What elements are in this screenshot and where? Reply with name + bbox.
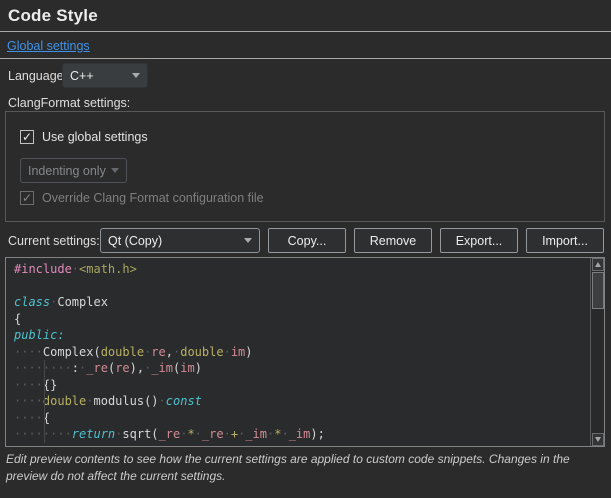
code-line: ····double·modulus()·const	[14, 393, 590, 410]
export-button[interactable]: Export...	[440, 228, 518, 253]
title-separator	[0, 31, 611, 32]
code-line: ········:·_re(re),·_im(im)	[14, 360, 590, 377]
checkbox-checked-icon: ✓	[20, 130, 34, 144]
current-settings-dropdown[interactable]: Qt (Copy)	[100, 228, 260, 253]
scroll-up-button[interactable]	[592, 258, 604, 271]
code-line: ····{	[14, 410, 590, 427]
use-global-settings-label: Use global settings	[42, 130, 148, 144]
arrow-down-icon	[595, 437, 601, 442]
code-editor-content[interactable]: #include·<math.h> class·Complex{public:·…	[6, 258, 590, 446]
language-dropdown[interactable]: C++	[62, 63, 148, 88]
code-line	[14, 278, 590, 295]
code-line: ········return·sqrt(_re·*·_re·+·_im·*·_i…	[14, 426, 590, 443]
current-settings-label: Current settings:	[8, 234, 100, 248]
scroll-down-button[interactable]	[592, 433, 604, 446]
override-clang-format-checkbox: ✓ Override Clang Format configuration fi…	[20, 191, 264, 205]
indent-guide	[44, 360, 45, 443]
code-line: ····{}	[14, 377, 590, 394]
clangformat-settings-label: ClangFormat settings:	[8, 96, 130, 110]
chevron-down-icon	[132, 73, 140, 78]
checkbox-checked-icon: ✓	[20, 191, 34, 205]
chevron-down-icon	[244, 238, 252, 243]
remove-button[interactable]: Remove	[354, 228, 432, 253]
copy-button[interactable]: Copy...	[268, 228, 346, 253]
link-separator	[0, 58, 611, 59]
override-clang-format-label: Override Clang Format configuration file	[42, 191, 264, 205]
vertical-scrollbar[interactable]	[590, 258, 604, 446]
formatting-mode-value: Indenting only	[28, 164, 106, 178]
language-label: Language:	[8, 69, 67, 83]
scrollbar-thumb[interactable]	[592, 272, 604, 309]
global-settings-link[interactable]: Global settings	[7, 39, 90, 53]
import-button[interactable]: Import...	[526, 228, 604, 253]
arrow-up-icon	[595, 262, 601, 267]
use-global-settings-checkbox[interactable]: ✓ Use global settings	[20, 130, 148, 144]
formatting-mode-dropdown: Indenting only	[20, 158, 127, 183]
language-dropdown-value: C++	[70, 69, 94, 83]
clangformat-settings-group: ✓ Use global settings Indenting only ✓ O…	[5, 111, 605, 222]
code-line: #include·<math.h>	[14, 261, 590, 278]
code-line: ····Complex(double·re,·double·im)	[14, 344, 590, 361]
footer-note: Edit preview contents to see how the cur…	[6, 451, 606, 485]
code-line: {	[14, 311, 590, 328]
chevron-down-icon	[111, 168, 119, 173]
current-settings-dropdown-value: Qt (Copy)	[108, 234, 162, 248]
code-line: class·Complex	[14, 294, 590, 311]
code-preview-editor[interactable]: #include·<math.h> class·Complex{public:·…	[5, 257, 605, 447]
code-line: public:	[14, 327, 590, 344]
page-title: Code Style	[8, 6, 98, 26]
